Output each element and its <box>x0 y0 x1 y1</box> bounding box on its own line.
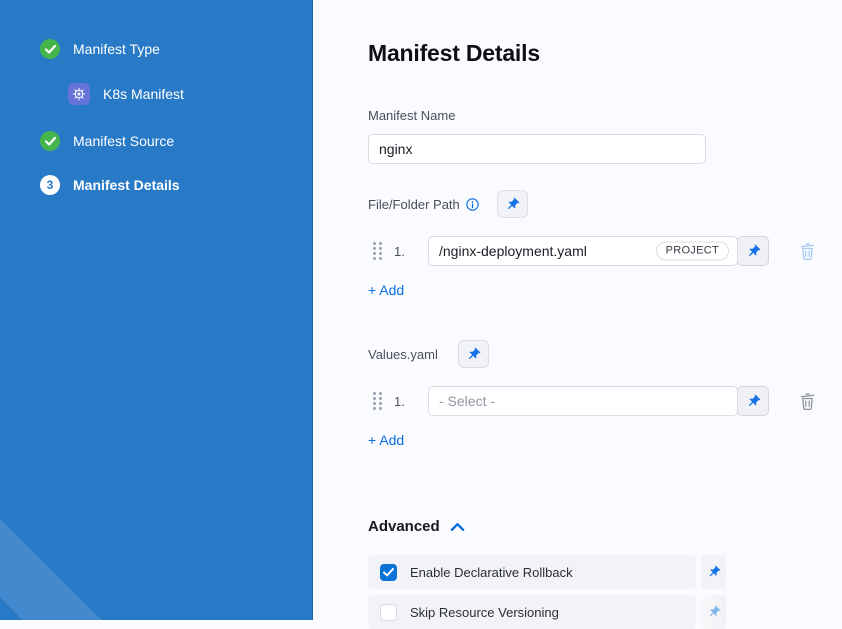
runtime-input-pin-button[interactable] <box>737 386 769 416</box>
sidebar-step-manifest-details[interactable]: 3 Manifest Details <box>40 175 313 195</box>
values-yaml-row: 1. <box>368 386 842 416</box>
chevron-up-icon <box>450 522 465 532</box>
step-label: Manifest Source <box>73 133 174 149</box>
option-row-skip-resource-versioning: Skip Resource Versioning <box>368 595 726 629</box>
row-number: 1. <box>394 394 418 409</box>
runtime-input-pin-button[interactable] <box>458 340 489 368</box>
values-yaml-select[interactable] <box>428 386 738 416</box>
sidebar-substep-k8s-manifest[interactable]: K8s Manifest <box>40 83 313 105</box>
harness-logo-watermark <box>0 445 131 620</box>
manifest-details-panel: Manifest Details Manifest Name File/Fold… <box>313 0 842 620</box>
row-number: 1. <box>394 244 418 259</box>
drag-handle-icon[interactable] <box>373 392 382 410</box>
check-circle-icon <box>40 39 60 59</box>
skip-resource-versioning-checkbox[interactable] <box>380 604 397 621</box>
add-values-yaml-link[interactable]: + Add <box>368 432 404 448</box>
runtime-input-pin-icon[interactable] <box>701 595 726 629</box>
option-row-declarative-rollback: Enable Declarative Rollback <box>368 555 726 589</box>
manifest-name-label: Manifest Name <box>368 108 455 123</box>
runtime-input-pin-icon[interactable] <box>701 555 726 589</box>
project-scope-badge: PROJECT <box>656 242 729 261</box>
info-icon[interactable] <box>466 198 479 211</box>
page-title: Manifest Details <box>368 40 842 67</box>
advanced-label: Advanced <box>368 518 440 535</box>
option-label: Skip Resource Versioning <box>410 605 559 620</box>
delete-row-icon[interactable] <box>799 392 816 411</box>
advanced-section-toggle[interactable]: Advanced <box>368 518 842 535</box>
sidebar-step-manifest-type[interactable]: Manifest Type <box>40 39 313 59</box>
step-label: K8s Manifest <box>103 86 184 102</box>
file-path-row: 1. PROJECT <box>368 236 842 266</box>
sidebar-step-manifest-source[interactable]: Manifest Source <box>40 131 313 151</box>
delete-row-icon[interactable] <box>799 242 816 261</box>
runtime-input-pin-button[interactable] <box>737 236 769 266</box>
values-yaml-label: Values.yaml <box>368 347 438 362</box>
drag-handle-icon[interactable] <box>373 242 382 260</box>
runtime-input-pin-button[interactable] <box>497 190 528 218</box>
step-label: Manifest Details <box>73 177 180 193</box>
kubernetes-icon <box>68 83 90 105</box>
manifest-name-input[interactable] <box>368 134 706 164</box>
check-circle-icon <box>40 131 60 151</box>
option-label: Enable Declarative Rollback <box>410 565 573 580</box>
step-number-circle: 3 <box>40 175 60 195</box>
declarative-rollback-checkbox[interactable] <box>380 564 397 581</box>
step-label: Manifest Type <box>73 41 160 57</box>
wizard-sidebar: Manifest Type K8s Manifest Manifest Sour… <box>0 0 313 620</box>
file-folder-path-label: File/Folder Path <box>368 197 460 212</box>
add-file-path-link[interactable]: + Add <box>368 282 404 298</box>
